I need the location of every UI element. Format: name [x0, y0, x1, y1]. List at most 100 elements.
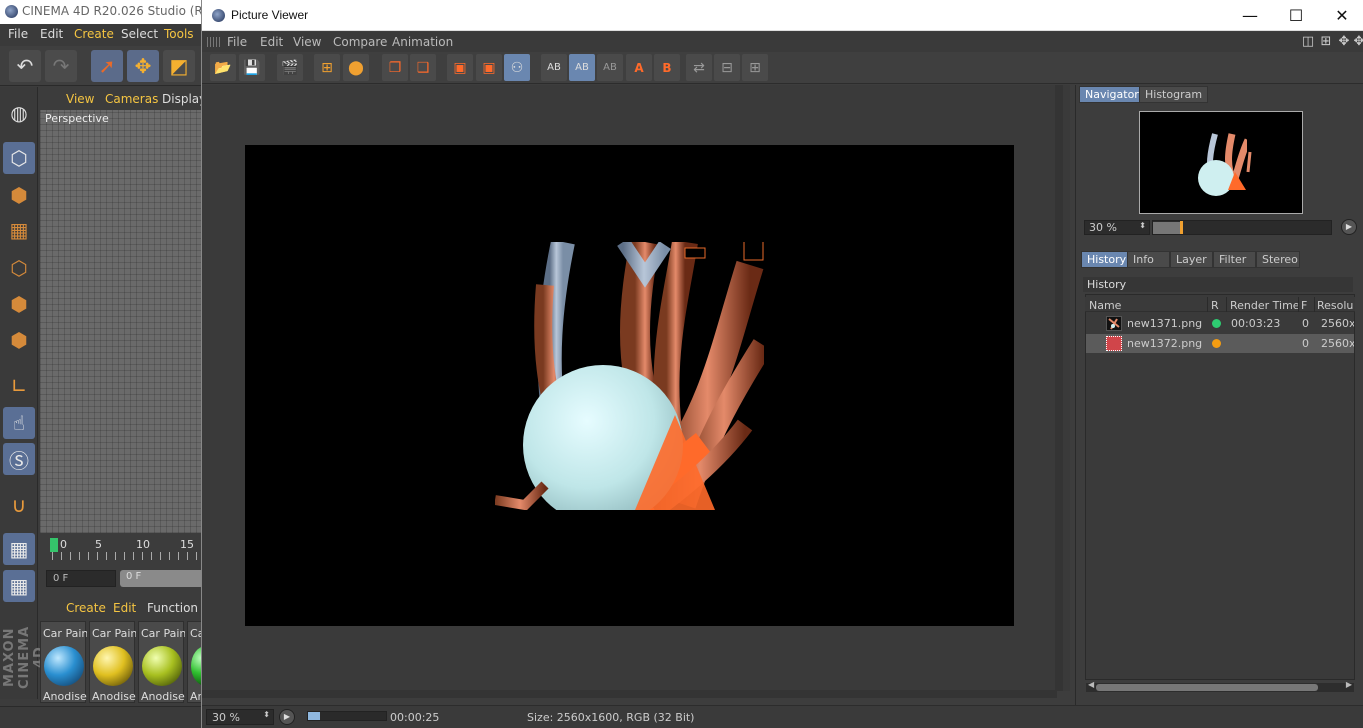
layout-panel-icon[interactable]: ◫ — [1301, 35, 1315, 49]
ab-overlay-icon[interactable]: AB — [597, 54, 623, 81]
tab-info[interactable]: Info — [1127, 251, 1170, 268]
diff-ab-icon[interactable]: ⊟ — [714, 54, 740, 81]
column-f[interactable]: F — [1301, 299, 1307, 312]
column-divider — [1298, 297, 1299, 312]
material-swatch[interactable]: Car Pain Anodise — [40, 621, 87, 703]
history-horizontal-scrollbar[interactable]: ◀ ▶ — [1086, 680, 1354, 692]
polygons-mode-icon[interactable]: ⬢ — [3, 324, 35, 356]
navigator-zoom-field[interactable]: 30 % ⬍ — [1084, 220, 1150, 235]
material-menu-edit[interactable]: Edit — [113, 601, 136, 615]
navigator-preview[interactable] — [1139, 111, 1303, 214]
view-single-icon[interactable]: ▣ — [447, 54, 473, 81]
timeline[interactable]: 0 5 10 15 — [40, 534, 205, 566]
current-frame-field[interactable]: 0 F — [46, 570, 116, 587]
editor-viewport[interactable] — [40, 110, 205, 533]
spinner-icon[interactable]: ⬍ — [263, 710, 270, 719]
render-object-icon[interactable]: ⬤ — [343, 54, 369, 81]
model-mode-icon[interactable]: ⬡ — [3, 142, 35, 174]
tweak-mode-icon[interactable]: ☝ — [3, 407, 35, 439]
viewport-menu-view[interactable]: View — [66, 92, 94, 106]
tab-history[interactable]: History — [1081, 251, 1133, 268]
workplane-icon[interactable]: ▦ — [3, 214, 35, 246]
select-tool-icon[interactable]: ➚ — [91, 50, 123, 82]
layout-expand-icon[interactable]: ✥ — [1352, 35, 1363, 49]
tab-filter[interactable]: Filter — [1213, 251, 1256, 268]
material-menu-function[interactable]: Function — [147, 601, 198, 615]
minimize-icon[interactable]: — — [1227, 0, 1273, 31]
canvas-vertical-scrollbar[interactable] — [1055, 85, 1063, 691]
render-elapsed-time: 00:00:25 — [390, 711, 440, 724]
magnet-icon[interactable]: ∪ — [3, 489, 35, 521]
ab-compare-icon[interactable]: AB — [541, 54, 567, 81]
view-alpha-icon[interactable]: ▣ — [476, 54, 502, 81]
material-swatch[interactable]: Car Pain Anodise — [89, 621, 136, 703]
snap-icon[interactable]: Ⓢ — [3, 443, 35, 475]
navigator-zoom-slider[interactable] — [1152, 220, 1332, 235]
open-file-icon[interactable]: 📂 — [210, 54, 236, 81]
render-clapper-icon[interactable]: 🎬 — [277, 54, 303, 81]
layout-add-icon[interactable]: ⊞ — [1319, 35, 1333, 49]
c4d-menu-file[interactable]: File — [8, 27, 28, 41]
material-swatch[interactable]: Car Pain Anodise — [138, 621, 185, 703]
tab-layer[interactable]: Layer — [1170, 251, 1213, 268]
frame-range-field[interactable]: 0 F — [120, 570, 205, 587]
history-row[interactable]: new1372.png 0 2560x1600 — [1086, 334, 1354, 353]
texture-mode-icon[interactable]: ⬢ — [3, 179, 35, 211]
spinner-icon[interactable]: ⬍ — [1139, 221, 1146, 230]
c4d-menu-edit[interactable]: Edit — [40, 27, 63, 41]
tab-stereo[interactable]: Stereo — [1256, 251, 1300, 268]
swap-ab-icon[interactable]: ⇄ — [686, 54, 712, 81]
render-region-icon[interactable]: ⊞ — [314, 54, 340, 81]
pv-menu-compare[interactable]: Compare — [333, 35, 387, 49]
lock-workplane-icon[interactable]: ▦ — [3, 533, 35, 565]
layout-move-icon[interactable]: ✥ — [1337, 35, 1351, 49]
c4d-menu-select[interactable]: Select — [121, 27, 158, 41]
scale-tool-icon[interactable]: ◩ — [163, 50, 195, 82]
set-a-icon[interactable]: A — [626, 54, 652, 81]
material-menu-create[interactable]: Create — [66, 601, 106, 615]
set-b-icon[interactable]: B — [654, 54, 680, 81]
close-icon[interactable]: ✕ — [1319, 0, 1363, 31]
tab-navigator[interactable]: Navigator — [1079, 86, 1145, 103]
viewport-menu-cameras[interactable]: Cameras — [105, 92, 158, 106]
timeline-cursor[interactable] — [50, 538, 58, 552]
layer-ab-icon[interactable]: ⊞ — [742, 54, 768, 81]
column-r[interactable]: R — [1211, 299, 1219, 312]
scroll-right-icon[interactable]: ▶ — [1346, 680, 1352, 689]
column-render-time[interactable]: Render Time — [1230, 299, 1300, 312]
navigator-play-icon[interactable]: ▶ — [1341, 219, 1357, 235]
column-name[interactable]: Name — [1089, 299, 1121, 312]
pv-menu-view[interactable]: View — [293, 35, 321, 49]
scrollbar-thumb[interactable] — [1096, 684, 1318, 691]
navigator-zoom-knob[interactable] — [1179, 221, 1183, 234]
edges-mode-icon[interactable]: ⬢ — [3, 288, 35, 320]
rendered-image[interactable] — [245, 145, 1014, 626]
scroll-left-icon[interactable]: ◀ — [1088, 680, 1094, 689]
tab-histogram[interactable]: Histogram — [1139, 86, 1209, 103]
timeline-mark: 0 — [60, 538, 67, 551]
copy-frame-icon[interactable]: ❐ — [382, 54, 408, 81]
maximize-icon[interactable]: ☐ — [1273, 0, 1319, 31]
c4d-menu-create[interactable]: Create — [74, 27, 114, 41]
column-resolution[interactable]: Resolution — [1317, 299, 1353, 312]
undo-icon[interactable]: ↶ — [9, 50, 41, 82]
pv-menu-file[interactable]: File — [227, 35, 247, 49]
pv-menu-animation[interactable]: Animation — [392, 35, 453, 49]
save-file-icon[interactable]: 💾 — [239, 54, 265, 81]
canvas-horizontal-scrollbar[interactable] — [202, 690, 1057, 698]
c4d-menu-tools[interactable]: Tools — [164, 27, 194, 41]
history-row[interactable]: new1371.png 00:03:23 0 2560x1600 — [1086, 314, 1354, 333]
planar-workplane-icon[interactable]: ▦ — [3, 570, 35, 602]
viewport-menu-display[interactable]: Display — [162, 92, 206, 106]
pv-menu-edit[interactable]: Edit — [260, 35, 283, 49]
zoom-select[interactable]: 30 % ⬍ — [206, 709, 274, 725]
points-mode-icon[interactable]: ⬡ — [3, 252, 35, 284]
axis-mode-icon[interactable]: ∟ — [3, 370, 35, 402]
play-icon[interactable]: ▶ — [279, 709, 295, 725]
delete-frame-icon[interactable]: ❑ — [410, 54, 436, 81]
ab-split-icon[interactable]: AB — [569, 54, 595, 81]
view-compare-icon[interactable]: ⚇ — [504, 54, 530, 81]
globe-grid-icon[interactable]: ◍ — [3, 97, 35, 129]
move-tool-icon[interactable]: ✥ — [127, 50, 159, 82]
redo-icon[interactable]: ↷ — [45, 50, 77, 82]
